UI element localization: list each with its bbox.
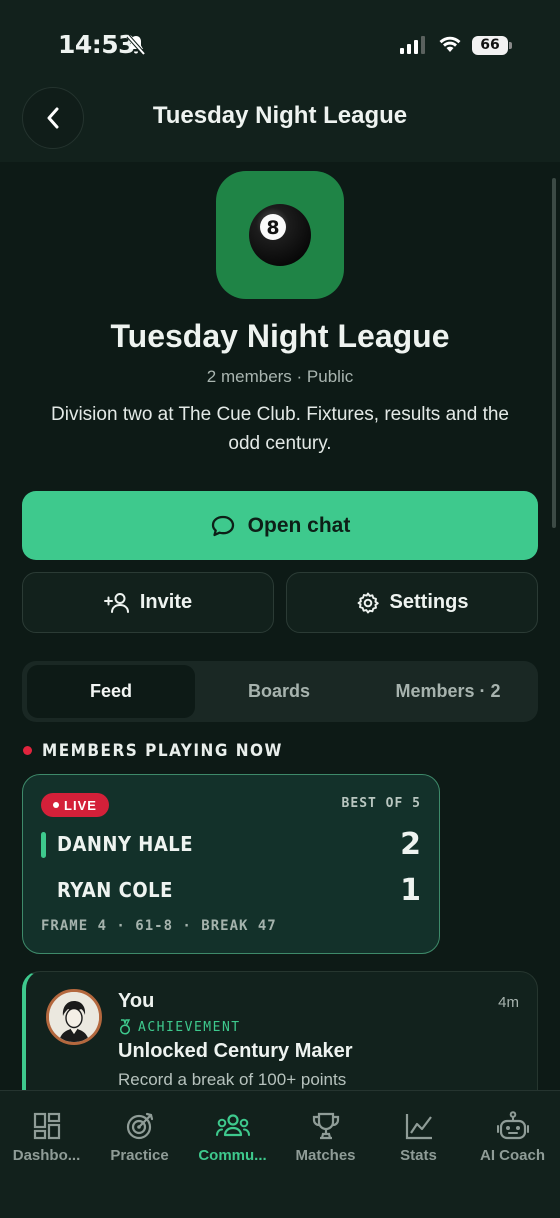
tab-members[interactable]: Members · 2 [363,665,533,718]
robot-icon [496,1111,529,1140]
dashboard-icon [33,1112,60,1140]
medal-icon [119,1019,131,1035]
group-title: Tuesday Night League [110,318,450,354]
frame-info: FRAME 4 · 61-8 · BREAK 47 [41,918,277,934]
player-name: RYAN COLE [57,878,173,902]
feed-timestamp: 4m [498,994,519,1011]
nav-label: Matches [295,1147,356,1164]
tab-feed[interactable]: Feed [27,665,195,718]
player-name: DANNY HALE [57,832,194,856]
tab-boards[interactable]: Boards [195,665,363,718]
wifi-icon [439,36,461,52]
player-row: RYAN COLE 1 [41,873,421,909]
player-score: 2 [400,827,421,862]
player-row: DANNY HALE 2 [41,827,421,863]
nav-label: Commu... [198,1147,267,1164]
settings-button[interactable]: Settings [286,572,538,633]
nav-item-stats[interactable]: Stats [372,1111,465,1164]
svg-text:8: 8 [266,217,279,239]
feed-headline: Unlocked Century Maker [118,1040,353,1062]
eight-ball-icon: 8 [249,204,311,266]
match-format: BEST OF 5 [341,796,421,811]
feed-type: ACHIEVEMENT [118,1019,241,1035]
community-icon [215,1114,250,1137]
nav-item-ai-coach[interactable]: AI Coach [466,1111,559,1164]
chart-icon [405,1114,432,1140]
group-icon: 8 [216,171,344,299]
target-icon [126,1112,153,1140]
group-description: Division two at The Cue Club. Fixtures, … [51,404,509,454]
settings-label: Settings [389,591,469,613]
nav-item-practice[interactable]: Practice [93,1111,186,1164]
trophy-icon [312,1112,339,1140]
feed-author: You [118,990,155,1012]
signal-icon [400,36,425,54]
nav-label: AI Coach [479,1147,545,1164]
nav-label: Practice [110,1147,169,1164]
live-badge: LIVE [41,793,109,817]
open-chat-button[interactable]: Open chat [22,491,538,560]
nav-item-matches[interactable]: Matches [279,1111,372,1164]
bottom-nav: Dashbo... Practice Commu... Matches Stat… [0,1090,560,1218]
header-title: Tuesday Night League [152,102,408,129]
nav-item-community[interactable]: Commu... [186,1111,279,1164]
segmented-tabs: Feed Boards Members · 2 [22,661,538,722]
status-bar: 14:53 66 [0,0,560,90]
invite-button[interactable]: Invite [22,572,274,633]
gear-icon [357,592,379,613]
feed-subtitle: Record a break of 100+ points [118,1070,347,1089]
player-score: 1 [400,873,421,908]
chat-bubble-icon [211,515,234,536]
nav-label: Dashbo... [12,1147,81,1164]
nav-item-dashboard[interactable]: Dashbo... [0,1111,93,1164]
feed-type-label: ACHIEVEMENT [138,1019,241,1035]
leader-indicator [41,832,46,858]
open-chat-label: Open chat [247,513,351,537]
battery-tip [509,42,512,49]
invite-label: Invite [139,591,193,613]
add-user-icon [103,592,129,613]
avatar [46,989,102,1045]
section-heading-playing-now: MEMBERS PLAYING NOW [42,741,283,761]
status-time: 14:53 [58,30,136,59]
live-badge-label: LIVE [64,797,97,813]
live-dot [23,746,32,755]
user-portrait-icon [49,992,99,1042]
nav-label: Stats [400,1147,437,1164]
live-badge-dot [53,802,60,808]
live-match-card[interactable]: LIVE BEST OF 5 DANNY HALE 2 RYAN COLE 1 … [22,774,440,954]
bell-off-icon [126,34,146,56]
group-meta: 2 members · Public [206,367,354,386]
battery-indicator: 66 [472,36,508,55]
